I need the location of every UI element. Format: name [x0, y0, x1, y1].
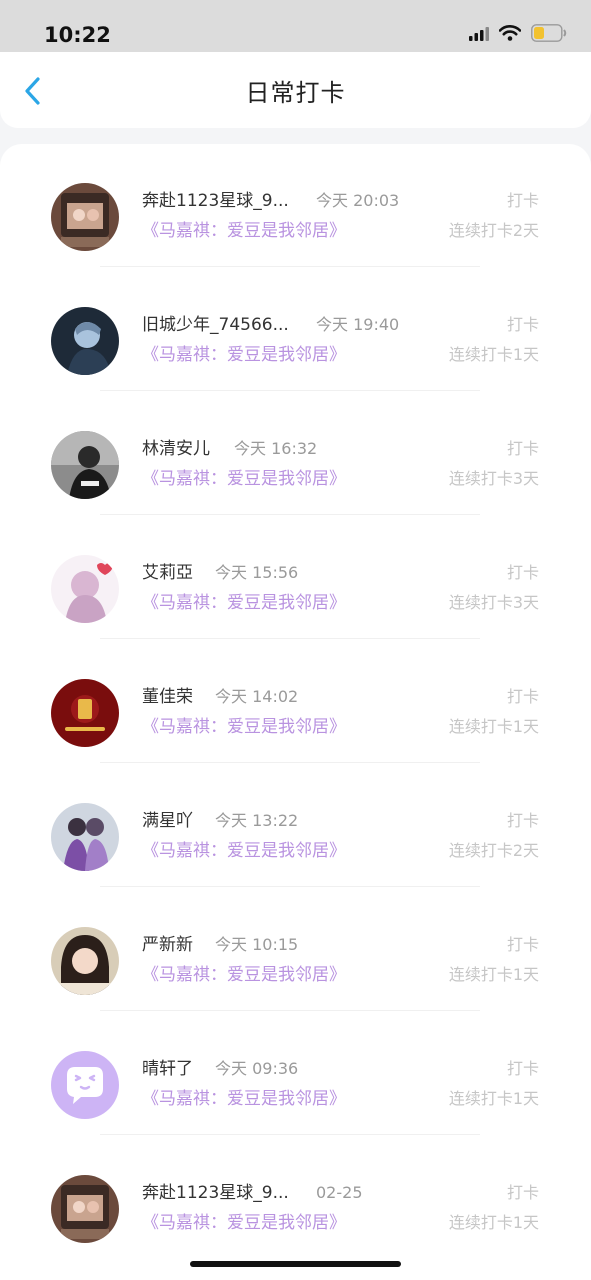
checkin-label: 打卡 — [506, 191, 539, 210]
avatar[interactable] — [51, 1051, 119, 1119]
photo-avatar-icon — [51, 803, 119, 871]
page-title: 日常打卡 — [245, 79, 346, 107]
checkin-time: 今天 14:02 — [215, 687, 299, 706]
checkin-time: 今天 19:40 — [316, 315, 400, 334]
book-title[interactable]: 《马嘉祺：爱豆是我邻居》 — [142, 592, 346, 614]
status-bar: 10:22 — [0, 0, 591, 52]
photo-avatar-icon — [51, 183, 119, 251]
list-item[interactable]: 奔赴1123星球_9... 02-25 《马嘉祺：爱豆是我邻居》 打卡 连续打卡… — [0, 1136, 591, 1260]
divider — [100, 886, 480, 887]
photo-avatar-icon — [51, 555, 119, 623]
checkin-time: 今天 09:36 — [215, 1059, 299, 1078]
photo-avatar-icon — [51, 679, 119, 747]
signal-icon — [469, 26, 489, 45]
list-item[interactable]: 艾莉亞 今天 15:56 《马嘉祺：爱豆是我邻居》 打卡 连续打卡3天 — [0, 516, 591, 640]
checkin-label: 打卡 — [506, 687, 539, 706]
default-chat-avatar-icon — [51, 1051, 119, 1119]
avatar[interactable] — [51, 803, 119, 871]
streak-text: 连续打卡1天 — [448, 965, 539, 984]
book-title[interactable]: 《马嘉祺：爱豆是我邻居》 — [142, 840, 346, 862]
user-name[interactable]: 林清安儿 — [142, 438, 210, 460]
user-name[interactable]: 艾莉亞 — [142, 562, 193, 584]
streak-text: 连续打卡3天 — [448, 593, 539, 612]
avatar[interactable] — [51, 183, 119, 251]
divider — [100, 514, 480, 515]
checkin-time: 今天 13:22 — [215, 811, 299, 830]
streak-text: 连续打卡1天 — [448, 345, 539, 364]
streak-text: 连续打卡2天 — [448, 841, 539, 860]
photo-avatar-icon — [51, 1175, 119, 1243]
photo-avatar-icon — [51, 431, 119, 499]
photo-avatar-icon — [51, 307, 119, 375]
checkin-time: 今天 16:32 — [234, 439, 318, 458]
user-name[interactable]: 严新新 — [142, 934, 193, 956]
user-name[interactable]: 满星吖 — [142, 810, 193, 832]
nav-bar: 日常打卡 — [0, 52, 591, 128]
streak-text: 连续打卡1天 — [448, 1089, 539, 1108]
checkin-time: 02-25 — [316, 1183, 363, 1202]
avatar[interactable] — [51, 679, 119, 747]
user-name[interactable]: 晴轩了 — [142, 1058, 193, 1080]
divider — [100, 266, 480, 267]
checkin-label: 打卡 — [506, 563, 539, 582]
checkin-time: 今天 20:03 — [316, 191, 400, 210]
user-name[interactable]: 奔赴1123星球_9... — [142, 1182, 289, 1204]
wifi-icon — [498, 25, 522, 45]
status-icons — [469, 24, 567, 46]
avatar[interactable] — [51, 307, 119, 375]
checkin-time: 今天 10:15 — [215, 935, 299, 954]
checkin-list: 奔赴1123星球_9... 今天 20:03 《马嘉祺：爱豆是我邻居》 打卡 连… — [0, 144, 591, 1280]
book-title[interactable]: 《马嘉祺：爱豆是我邻居》 — [142, 1088, 346, 1110]
battery-icon — [531, 24, 567, 46]
divider — [100, 1134, 480, 1135]
book-title[interactable]: 《马嘉祺：爱豆是我邻居》 — [142, 964, 346, 986]
checkin-time: 今天 15:56 — [215, 563, 299, 582]
checkin-label: 打卡 — [506, 439, 539, 458]
divider — [100, 1010, 480, 1011]
checkin-label: 打卡 — [506, 811, 539, 830]
divider — [100, 638, 480, 639]
streak-text: 连续打卡1天 — [448, 717, 539, 736]
home-indicator — [190, 1261, 401, 1267]
streak-text: 连续打卡3天 — [448, 469, 539, 488]
list-item[interactable]: 奔赴1123星球_9... 今天 20:03 《马嘉祺：爱豆是我邻居》 打卡 连… — [0, 144, 591, 268]
checkin-label: 打卡 — [506, 315, 539, 334]
divider — [100, 390, 480, 391]
divider — [100, 762, 480, 763]
user-name[interactable]: 董佳荣 — [142, 686, 193, 708]
list-item[interactable]: 晴轩了 今天 09:36 《马嘉祺：爱豆是我邻居》 打卡 连续打卡1天 — [0, 1012, 591, 1136]
user-name[interactable]: 旧城少年_74566... — [142, 314, 289, 336]
streak-text: 连续打卡2天 — [448, 221, 539, 240]
book-title[interactable]: 《马嘉祺：爱豆是我邻居》 — [142, 468, 346, 490]
list-item[interactable]: 满星吖 今天 13:22 《马嘉祺：爱豆是我邻居》 打卡 连续打卡2天 — [0, 764, 591, 888]
avatar[interactable] — [51, 927, 119, 995]
list-item[interactable]: 严新新 今天 10:15 《马嘉祺：爱豆是我邻居》 打卡 连续打卡1天 — [0, 888, 591, 1012]
avatar[interactable] — [51, 1175, 119, 1243]
book-title[interactable]: 《马嘉祺：爱豆是我邻居》 — [142, 344, 346, 366]
checkin-label: 打卡 — [506, 1183, 539, 1202]
list-item[interactable]: 旧城少年_74566... 今天 19:40 《马嘉祺：爱豆是我邻居》 打卡 连… — [0, 268, 591, 392]
streak-text: 连续打卡1天 — [448, 1213, 539, 1232]
checkin-label: 打卡 — [506, 1059, 539, 1078]
list-item[interactable]: 林清安儿 今天 16:32 《马嘉祺：爱豆是我邻居》 打卡 连续打卡3天 — [0, 392, 591, 516]
photo-avatar-icon — [51, 927, 119, 995]
avatar[interactable] — [51, 555, 119, 623]
book-title[interactable]: 《马嘉祺：爱豆是我邻居》 — [142, 716, 346, 738]
book-title[interactable]: 《马嘉祺：爱豆是我邻居》 — [142, 220, 346, 242]
checkin-label: 打卡 — [506, 935, 539, 954]
user-name[interactable]: 奔赴1123星球_9... — [142, 190, 289, 212]
avatar[interactable] — [51, 431, 119, 499]
book-title[interactable]: 《马嘉祺：爱豆是我邻居》 — [142, 1212, 346, 1234]
list-item[interactable]: 董佳荣 今天 14:02 《马嘉祺：爱豆是我邻居》 打卡 连续打卡1天 — [0, 640, 591, 764]
status-time: 10:22 — [44, 23, 111, 47]
